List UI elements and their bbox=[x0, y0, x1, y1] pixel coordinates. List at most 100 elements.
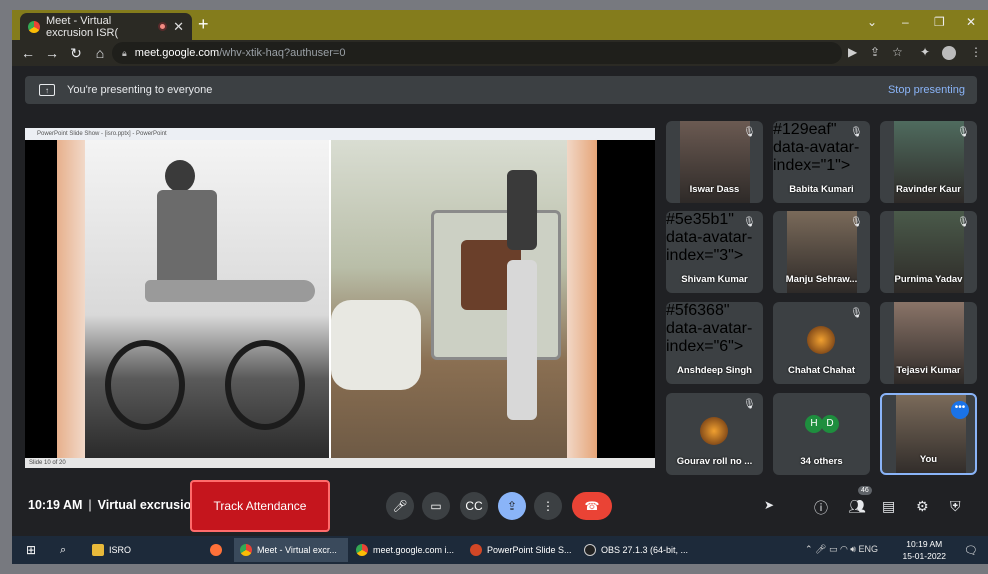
activities-icon[interactable]: ⚙ bbox=[916, 498, 929, 515]
browser-menu-icon[interactable]: ⋮ bbox=[970, 45, 982, 59]
extensions-icon[interactable]: ✦ bbox=[920, 45, 930, 59]
slide-image-bicycle-rocket bbox=[85, 140, 329, 458]
forward-icon[interactable]: → bbox=[40, 45, 64, 61]
mouse-cursor-icon: ➤ bbox=[764, 498, 775, 512]
mic-muted-icon: 🎙︎ bbox=[850, 217, 863, 228]
chrome-icon bbox=[240, 544, 252, 556]
system-tray[interactable]: ⌃ 🎤︎ ▭ ◠ 🔊︎ ENG bbox=[805, 544, 878, 555]
notifications-icon[interactable]: 🗨︎ bbox=[958, 538, 984, 562]
taskbar-item-meet-share[interactable]: meet.google.com i... bbox=[350, 538, 462, 562]
mic-muted-icon: 🎙︎ bbox=[957, 217, 970, 228]
recording-indicator-icon bbox=[158, 22, 168, 31]
presenting-banner: ↑ You're presenting to everyone Stop pre… bbox=[25, 76, 977, 104]
participant-name: Anshdeep Singh bbox=[677, 365, 752, 376]
reload-icon[interactable]: ↻ bbox=[64, 45, 88, 62]
windows-start-icon[interactable]: ⊞ bbox=[20, 538, 42, 562]
participant-tile[interactable]: H D 34 others bbox=[773, 393, 870, 475]
taskbar-clock[interactable]: 10:19 AM 15-01-2022 bbox=[903, 538, 946, 562]
participant-tile[interactable]: 🎙︎ Gourav roll no ... bbox=[666, 393, 763, 475]
share-icon[interactable]: ⇪ bbox=[870, 45, 880, 59]
people-count-badge: 46 bbox=[858, 486, 872, 495]
meeting-details-icon[interactable]: ⓘ bbox=[814, 498, 828, 518]
participant-tile[interactable]: #5f6368" data-avatar-index="6"> Anshdeep … bbox=[666, 302, 763, 384]
participant-tile[interactable]: 🎙︎ Ravinder Kaur bbox=[880, 121, 977, 203]
slide-image-bullock-cart bbox=[331, 140, 593, 458]
present-now-icon[interactable]: ⇪ bbox=[498, 492, 526, 520]
lock-icon: 🔒︎ bbox=[122, 47, 127, 58]
back-icon[interactable]: ← bbox=[16, 45, 40, 61]
camera-icon[interactable]: ▶ bbox=[848, 45, 857, 59]
stop-presenting-button[interactable]: Stop presenting bbox=[888, 84, 965, 96]
meeting-time: 10:19 AM bbox=[28, 498, 83, 512]
tab-search-chevron-icon[interactable]: ⌄ bbox=[867, 15, 877, 29]
people-icon[interactable]: 👥︎ bbox=[848, 498, 866, 515]
new-tab-icon[interactable]: + bbox=[198, 14, 209, 35]
taskbar-item-meet[interactable]: Meet - Virtual excr... bbox=[234, 538, 348, 562]
taskbar-item-powerpoint[interactable]: PowerPoint Slide S... bbox=[464, 538, 576, 562]
home-icon[interactable]: ⌂ bbox=[88, 45, 112, 61]
chat-icon[interactable]: ▤ bbox=[882, 498, 895, 515]
camera-toggle-icon[interactable]: ▭ bbox=[422, 492, 450, 520]
mic-muted-icon: 🎙︎ bbox=[850, 308, 863, 319]
captions-icon[interactable]: CC bbox=[460, 492, 488, 520]
participant-tile[interactable]: #5e35b1" data-avatar-index="3"> 🎙︎ Shivam … bbox=[666, 211, 763, 293]
chrome-icon bbox=[356, 544, 368, 556]
browser-window: Meet - Virtual excrusion ISR( ✕ + ⌄ – ❐ … bbox=[12, 10, 988, 536]
url-host: meet.google.com bbox=[134, 47, 220, 59]
restore-icon[interactable]: ❐ bbox=[934, 15, 945, 29]
shared-screen-presentation: PowerPoint Slide Show - [isro.pptx] - Po… bbox=[25, 128, 655, 468]
participant-tile[interactable]: #129eaf" data-avatar-index="1"> 🎙︎ Babita … bbox=[773, 121, 870, 203]
participant-tile[interactable]: 🎙︎ Iswar Dass bbox=[666, 121, 763, 203]
participant-name: 34 others bbox=[800, 456, 843, 467]
window-close-icon[interactable]: ✕ bbox=[966, 15, 976, 29]
more-options-icon[interactable]: ⋮ bbox=[534, 492, 562, 520]
participant-tile[interactable]: ••• You bbox=[880, 393, 977, 475]
present-screen-icon: ↑ bbox=[39, 84, 55, 96]
taskbar-item-firefox[interactable] bbox=[204, 538, 228, 562]
participant-tile[interactable]: 🎙︎ Chahat Chahat bbox=[773, 302, 870, 384]
participant-photo-avatar bbox=[807, 326, 835, 354]
folder-icon bbox=[92, 544, 104, 556]
track-attendance-button[interactable]: Track Attendance bbox=[190, 480, 330, 532]
mic-muted-icon: 🎙︎ bbox=[743, 399, 756, 410]
tab-strip: Meet - Virtual excrusion ISR( ✕ + ⌄ – ❐ … bbox=[12, 10, 988, 40]
minimize-icon[interactable]: – bbox=[902, 15, 909, 29]
powerpoint-status-bar: Slide 10 of 20 bbox=[25, 458, 655, 468]
browser-tab-meet[interactable]: Meet - Virtual excrusion ISR( ✕ bbox=[20, 13, 192, 40]
microphone-icon[interactable]: 🎤︎ bbox=[386, 492, 414, 520]
taskbar-item-obs[interactable]: OBS 27.1.3 (64-bit, ... bbox=[578, 538, 690, 562]
participant-photo-avatar bbox=[700, 417, 728, 445]
participant-name: Shivam Kumar bbox=[681, 274, 748, 285]
tab-close-icon[interactable]: ✕ bbox=[173, 19, 184, 35]
host-controls-icon[interactable]: ⛨ bbox=[950, 498, 961, 515]
taskbar-search-icon[interactable]: ⌕ bbox=[54, 538, 72, 562]
participant-name: You bbox=[919, 454, 938, 465]
powerpoint-title-bar: PowerPoint Slide Show - [isro.pptx] - Po… bbox=[25, 128, 655, 140]
profile-avatar[interactable] bbox=[942, 46, 956, 60]
browser-toolbar: ← → ↻ ⌂ 🔒︎ meet.google.com/whv-xtik-haq?… bbox=[12, 40, 988, 66]
participant-name: Tejasvi Kumar bbox=[896, 365, 961, 376]
participant-name: Purnima Yadav bbox=[894, 274, 963, 285]
participant-tile[interactable]: Tejasvi Kumar bbox=[880, 302, 977, 384]
participant-tile[interactable]: 🎙︎ Purnima Yadav bbox=[880, 211, 977, 293]
chrome-favicon-icon bbox=[28, 20, 40, 33]
language-indicator: ENG bbox=[858, 544, 878, 554]
mic-muted-icon: 🎙︎ bbox=[743, 127, 756, 138]
tab-title: Meet - Virtual excrusion ISR( bbox=[46, 14, 119, 39]
participant-tile[interactable]: 🎙︎ Manju Sehraw... bbox=[773, 211, 870, 293]
obs-icon bbox=[584, 544, 596, 556]
participant-name: Manju Sehraw... bbox=[785, 274, 858, 285]
taskbar-item-folder[interactable]: ISRO bbox=[86, 538, 137, 562]
mic-muted-icon: 🎙︎ bbox=[957, 127, 970, 138]
bookmark-star-icon[interactable]: ☆ bbox=[892, 45, 903, 59]
tile-more-options-icon[interactable]: ••• bbox=[951, 401, 969, 419]
address-bar[interactable]: 🔒︎ meet.google.com/whv-xtik-haq?authuser… bbox=[112, 42, 842, 64]
participant-name: Babita Kumari bbox=[789, 184, 854, 195]
participant-name: Chahat Chahat bbox=[787, 365, 856, 376]
hang-up-button[interactable]: ☎ bbox=[572, 492, 612, 520]
mic-muted-icon: 🎙︎ bbox=[850, 127, 863, 138]
meeting-name: Virtual excrusio... bbox=[97, 498, 202, 512]
participant-name: Ravinder Kaur bbox=[896, 184, 961, 195]
others-avatar: D bbox=[821, 415, 839, 433]
firefox-icon bbox=[210, 544, 222, 556]
